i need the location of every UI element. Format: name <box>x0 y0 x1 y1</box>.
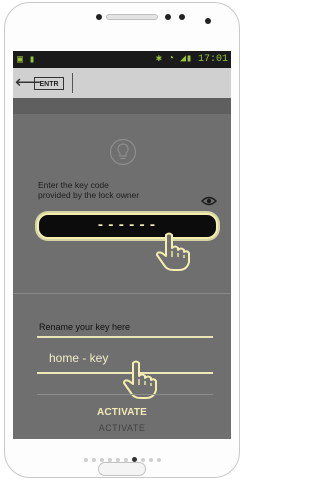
sensor-dot-icon <box>165 14 171 20</box>
page-dot <box>148 458 153 462</box>
front-camera-icon <box>96 14 102 20</box>
page-dot <box>156 458 161 462</box>
section-divider <box>13 293 231 294</box>
keycode-prompt: Enter the key code provided by the lock … <box>38 180 140 200</box>
key-name-input[interactable]: home - key <box>49 351 108 365</box>
sensor-dot-icon <box>179 14 185 20</box>
pointer-hand-icon <box>156 232 190 271</box>
page-dot <box>83 458 88 462</box>
speaker-grille <box>106 14 158 20</box>
notification-icons: ▣ ▮ <box>17 55 36 66</box>
appbar-divider <box>72 73 73 93</box>
rename-label: Rename your key here <box>39 322 131 332</box>
screen: ▣ ▮ ✱ ◔ ◢▮ 17:01 ⟵ ENTR Enter the key co… <box>13 51 231 439</box>
pointer-hand-icon <box>123 360 157 399</box>
status-bar: ▣ ▮ ✱ ◔ ◢▮ 17:01 <box>13 51 231 68</box>
lightbulb-icon <box>109 138 137 166</box>
page-dot <box>91 458 96 462</box>
sensor-dot-icon <box>205 18 211 24</box>
header-stripe <box>13 98 231 114</box>
activate-button-ghost: ACTIVATE <box>98 423 146 433</box>
content-divider <box>37 394 213 395</box>
status-right: ✱ ◔ ◢▮ 17:01 <box>155 54 228 65</box>
activate-button[interactable]: ACTIVATE <box>13 407 231 418</box>
rename-highlight-line <box>37 336 213 338</box>
eye-icon[interactable] <box>201 195 217 207</box>
home-button[interactable] <box>98 462 146 476</box>
app-logo: ENTR <box>34 77 64 90</box>
app-bar: ⟵ ENTR <box>13 68 231 98</box>
